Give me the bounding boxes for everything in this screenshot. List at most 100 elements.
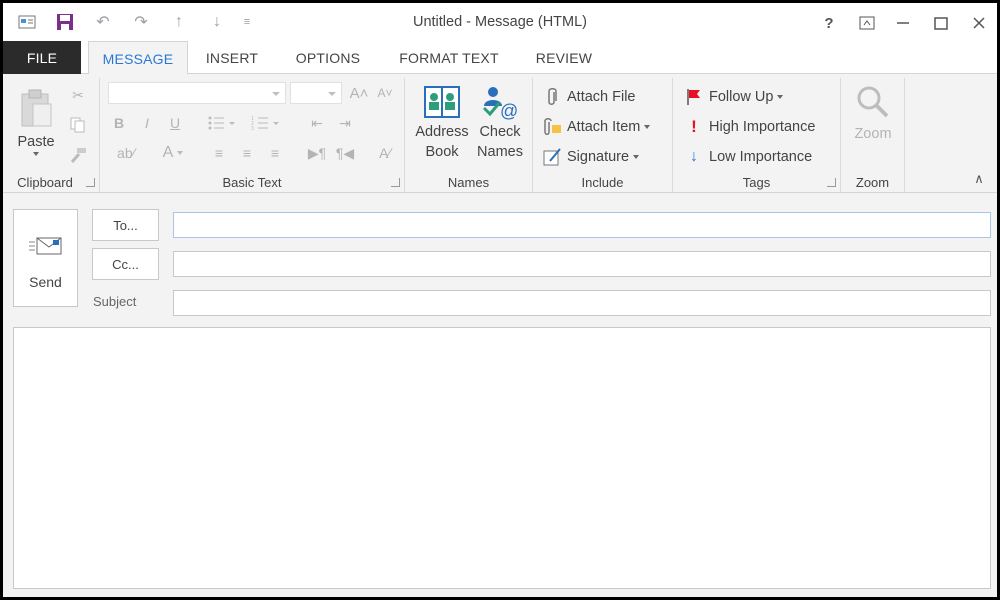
zoom-button[interactable]: Zoom — [845, 82, 901, 144]
low-importance-button[interactable]: ↓ Low Importance — [683, 144, 812, 170]
align-center-icon[interactable]: ≡ — [236, 142, 258, 164]
cc-field[interactable] — [173, 251, 991, 277]
tab-file[interactable]: FILE — [3, 41, 81, 74]
paste-icon — [11, 82, 61, 128]
underline-button[interactable]: U — [164, 112, 186, 134]
subject-label: Subject — [93, 294, 137, 309]
basic-text-group-label: Basic Text — [222, 175, 282, 190]
high-importance-button[interactable]: ! High Importance — [683, 114, 815, 140]
ribbon-tabs: FILE MESSAGE INSERT OPTIONS FORMAT TEXT … — [3, 41, 997, 75]
ltr-icon[interactable]: ▶¶ — [306, 142, 328, 164]
title-bar: ↶ ↷ ↑ ↓ ≡ Untitled - Message (HTML) ? — [3, 3, 997, 41]
clear-formatting-icon[interactable]: A∕ — [374, 142, 396, 164]
tab-insert[interactable]: INSERT — [199, 41, 265, 74]
minimize-icon[interactable] — [889, 11, 917, 35]
follow-up-label: Follow Up — [709, 89, 774, 105]
collapse-ribbon-icon[interactable]: ∧ — [969, 170, 989, 188]
tab-message[interactable]: MESSAGE — [88, 41, 188, 75]
send-icon — [28, 234, 64, 261]
send-label: Send — [29, 274, 62, 290]
align-left-icon[interactable]: ≡ — [208, 142, 230, 164]
clipboard-group: Paste ✂ Clipboard — [3, 78, 100, 192]
clipboard-launcher-icon[interactable] — [86, 178, 95, 187]
close-icon[interactable] — [965, 11, 993, 35]
grow-font-icon[interactable]: A˄ — [348, 82, 370, 104]
svg-text:3: 3 — [251, 126, 254, 131]
tab-format-text[interactable]: FORMAT TEXT — [389, 41, 509, 74]
paste-button[interactable]: Paste — [11, 82, 61, 162]
bullets-icon[interactable] — [204, 112, 240, 134]
increase-indent-icon[interactable]: ⇥ — [334, 112, 356, 134]
cut-icon[interactable]: ✂ — [67, 84, 89, 106]
chevron-down-icon — [644, 125, 651, 129]
chevron-down-icon — [633, 155, 640, 159]
basic-text-group: A˄ A˅ B I U 123 ⇤ ⇥ ab∕ A ≡ ≡ ≡ ▶¶ ¶◀ A∕… — [100, 78, 405, 192]
tags-group-label: Tags — [742, 175, 771, 190]
message-body-editor[interactable] — [13, 327, 991, 589]
check-names-button[interactable]: @ Check Names — [471, 82, 529, 162]
cc-button[interactable]: Cc... — [92, 248, 159, 280]
signature-button[interactable]: Signature — [541, 144, 640, 170]
numbering-icon[interactable]: 123 — [248, 112, 284, 134]
address-book-button[interactable]: Address Book — [413, 82, 471, 162]
include-group-label: Include — [581, 175, 624, 190]
rtl-icon[interactable]: ¶◀ — [334, 142, 356, 164]
zoom-group-label: Zoom — [855, 175, 890, 190]
decrease-indent-icon[interactable]: ⇤ — [306, 112, 328, 134]
chevron-down-icon — [11, 152, 61, 162]
font-color-button[interactable]: A — [156, 142, 190, 164]
address-book-label-line1: Address — [415, 124, 469, 140]
names-group-label: Names — [447, 175, 490, 190]
format-painter-icon[interactable] — [67, 144, 89, 166]
signature-label: Signature — [567, 149, 630, 165]
italic-button[interactable]: I — [136, 112, 158, 134]
window-title: Untitled - Message (HTML) — [412, 14, 588, 30]
address-book-icon — [413, 82, 471, 122]
flag-icon — [683, 86, 705, 108]
names-group: Address Book @ Check Names Names — [405, 78, 533, 192]
tags-group: Follow Up ! High Importance ↓ Low Import… — [673, 78, 841, 192]
to-button[interactable]: To... — [92, 209, 159, 241]
tags-launcher-icon[interactable] — [827, 178, 836, 187]
high-importance-label: High Importance — [709, 119, 816, 135]
check-names-label-line2: Names — [477, 144, 523, 160]
ribbon: Paste ✂ Clipboard A˄ A˅ B I U 1 2 3 ⇤ ⇥ … — [3, 74, 997, 193]
font-size-select[interactable] — [290, 82, 342, 104]
attach-item-button[interactable]: Attach Item — [541, 114, 651, 140]
basic-text-launcher-icon[interactable] — [391, 178, 400, 187]
font-color-label: A — [162, 144, 174, 161]
zoom-group: Zoom Zoom — [841, 78, 905, 192]
subject-field[interactable] — [173, 290, 991, 316]
tab-review[interactable]: REVIEW — [525, 41, 603, 74]
to-field[interactable] — [173, 212, 991, 238]
down-arrow-icon: ↓ — [690, 148, 698, 165]
address-book-label-line2: Book — [425, 144, 459, 160]
send-button[interactable]: Send — [13, 209, 78, 307]
copy-icon[interactable] — [67, 114, 89, 136]
shrink-font-icon[interactable]: A˅ — [374, 82, 396, 104]
attach-file-label: Attach File — [567, 89, 636, 105]
font-name-select[interactable] — [108, 82, 286, 104]
magnifier-icon — [845, 82, 901, 122]
check-names-icon: @ — [471, 82, 529, 122]
attach-file-button[interactable]: Attach File — [541, 84, 636, 110]
align-right-icon[interactable]: ≡ — [264, 142, 286, 164]
bold-button[interactable]: B — [108, 112, 130, 134]
tab-options[interactable]: OPTIONS — [285, 41, 371, 74]
attach-item-icon — [541, 116, 563, 138]
zoom-label: Zoom — [854, 126, 892, 142]
chevron-down-icon — [777, 95, 784, 99]
clipboard-group-label: Clipboard — [17, 175, 73, 190]
help-icon[interactable]: ? — [815, 11, 843, 35]
ribbon-display-icon[interactable] — [853, 11, 881, 35]
svg-text:@: @ — [500, 101, 518, 120]
attach-item-label: Attach Item — [567, 119, 641, 135]
include-group: Attach File Attach Item Signature Includ… — [533, 78, 673, 192]
highlight-icon[interactable]: ab∕ — [108, 142, 144, 164]
follow-up-button[interactable]: Follow Up — [683, 84, 784, 110]
check-names-label-line1: Check — [479, 124, 521, 140]
exclamation-icon: ! — [691, 117, 697, 136]
message-window: ↶ ↷ ↑ ↓ ≡ Untitled - Message (HTML) ? FI… — [0, 0, 1000, 600]
maximize-icon[interactable] — [927, 11, 955, 35]
paste-label: Paste — [17, 134, 55, 150]
